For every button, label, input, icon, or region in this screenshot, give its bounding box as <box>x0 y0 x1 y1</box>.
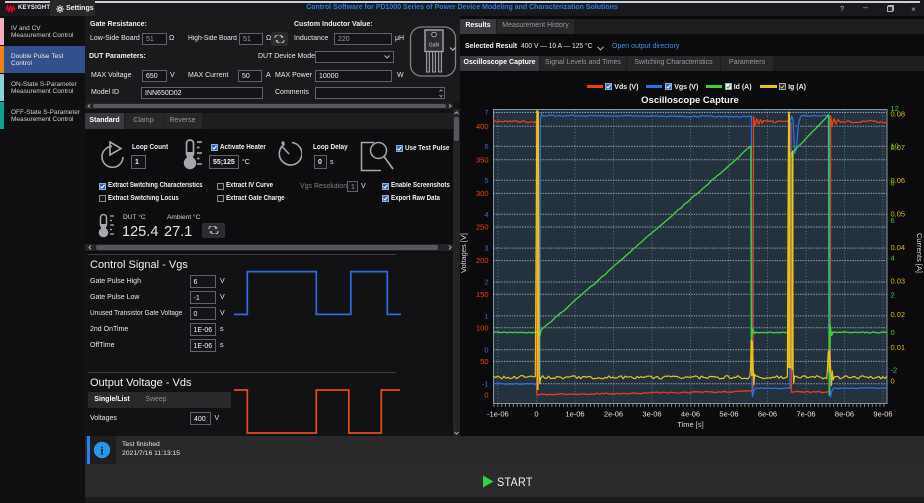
svg-text:200: 200 <box>476 256 489 265</box>
svg-text:2: 2 <box>484 278 488 287</box>
svg-text:50: 50 <box>480 357 488 366</box>
svg-text:350: 350 <box>476 155 489 164</box>
svg-text:3: 3 <box>484 244 488 253</box>
svg-text:Time [s]: Time [s] <box>677 420 703 429</box>
svg-text:400: 400 <box>476 122 489 131</box>
svg-text:0.04: 0.04 <box>891 243 906 252</box>
svg-text:250: 250 <box>476 223 489 232</box>
svg-text:GaN: GaN <box>429 43 440 49</box>
svg-text:0: 0 <box>891 328 895 337</box>
svg-text:100: 100 <box>476 323 489 332</box>
svg-text:4e-06: 4e-06 <box>681 410 700 419</box>
svg-text:0: 0 <box>891 377 895 386</box>
svg-text:0.05: 0.05 <box>891 210 906 219</box>
svg-text:0: 0 <box>484 391 488 400</box>
svg-text:-2: -2 <box>891 365 898 374</box>
svg-text:7e-06: 7e-06 <box>796 410 815 419</box>
svg-text:Voltages [V]: Voltages [V] <box>460 233 468 273</box>
svg-text:5e-06: 5e-06 <box>719 410 738 419</box>
svg-text:0.07: 0.07 <box>891 143 906 152</box>
svg-text:3e-06: 3e-06 <box>642 410 661 419</box>
svg-text:8e-06: 8e-06 <box>835 410 854 419</box>
svg-text:6e-06: 6e-06 <box>758 410 777 419</box>
svg-text:0.03: 0.03 <box>891 276 906 285</box>
svg-text:0: 0 <box>534 410 538 419</box>
svg-text:Currents [A]: Currents [A] <box>915 233 924 273</box>
svg-text:1: 1 <box>484 312 488 321</box>
svg-text:2: 2 <box>891 291 895 300</box>
svg-text:0.08: 0.08 <box>891 109 906 118</box>
svg-text:6: 6 <box>484 142 488 151</box>
svg-text:7: 7 <box>484 108 488 117</box>
svg-text:0.06: 0.06 <box>891 176 906 185</box>
svg-text:0: 0 <box>484 345 488 354</box>
svg-text:-1: -1 <box>482 379 489 388</box>
svg-text:9e-06: 9e-06 <box>873 410 892 419</box>
svg-text:300: 300 <box>476 189 489 198</box>
svg-text:5: 5 <box>484 176 488 185</box>
svg-text:150: 150 <box>476 290 489 299</box>
svg-text:4: 4 <box>484 210 488 219</box>
svg-text:0.01: 0.01 <box>891 343 906 352</box>
svg-text:0.02: 0.02 <box>891 310 906 319</box>
svg-text:4: 4 <box>891 253 895 262</box>
svg-text:-1e-06: -1e-06 <box>487 410 509 419</box>
svg-text:1e-06: 1e-06 <box>565 410 584 419</box>
svg-text:2e-06: 2e-06 <box>604 410 623 419</box>
